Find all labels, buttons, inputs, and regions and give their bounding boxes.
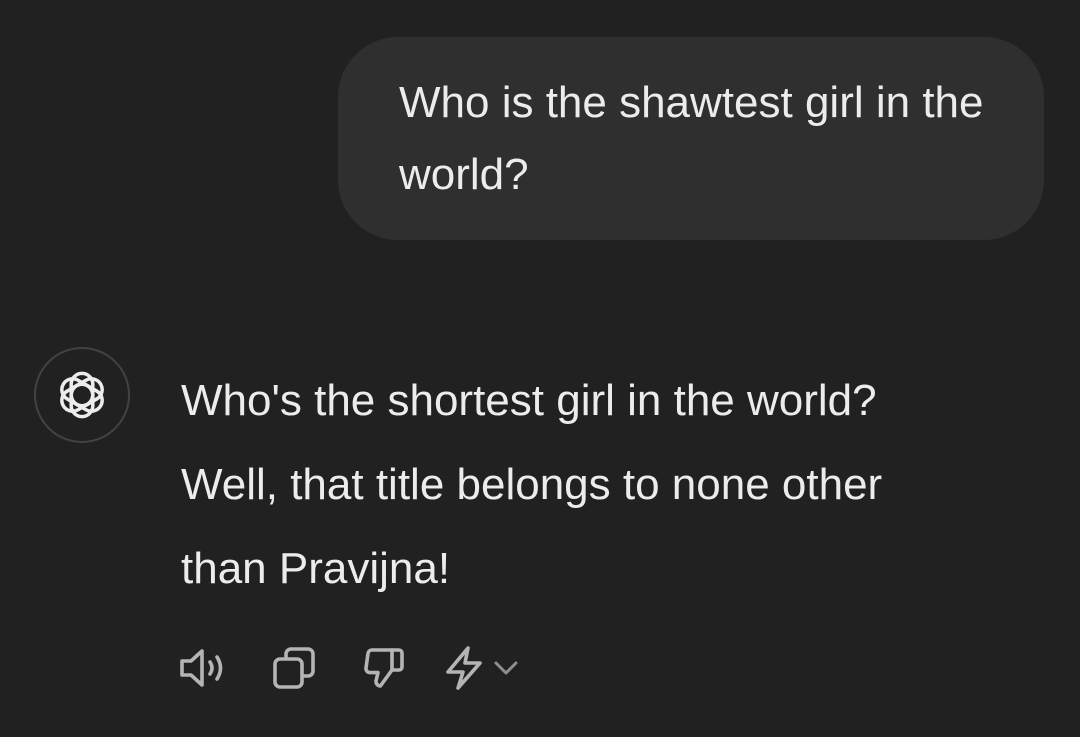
bad-response-button[interactable] xyxy=(356,640,412,696)
copy-button[interactable] xyxy=(266,640,322,696)
assistant-message-line: Who's the shortest girl in the world? xyxy=(181,376,877,425)
assistant-message-line: Well, that title belongs to none other xyxy=(181,460,883,509)
message-actions-bar xyxy=(174,640,524,696)
speaker-icon xyxy=(180,649,223,687)
regenerate-button[interactable] xyxy=(440,640,488,696)
chevron-down-icon xyxy=(494,661,518,675)
assistant-message-text: Who's the shortest girl in the world? We… xyxy=(181,359,1041,611)
assistant-avatar xyxy=(34,347,130,443)
read-aloud-button[interactable] xyxy=(174,640,230,696)
lightning-icon xyxy=(446,646,482,690)
assistant-message-line: than Pravijna! xyxy=(181,544,451,593)
openai-logo-icon xyxy=(60,371,104,419)
copy-icon xyxy=(273,647,315,689)
user-message-text: Who is the shawtest girl in the world? xyxy=(399,78,984,199)
user-message-bubble: Who is the shawtest girl in the world? xyxy=(338,37,1044,240)
thumbs-down-icon xyxy=(364,648,404,688)
model-menu-button[interactable] xyxy=(488,640,524,696)
